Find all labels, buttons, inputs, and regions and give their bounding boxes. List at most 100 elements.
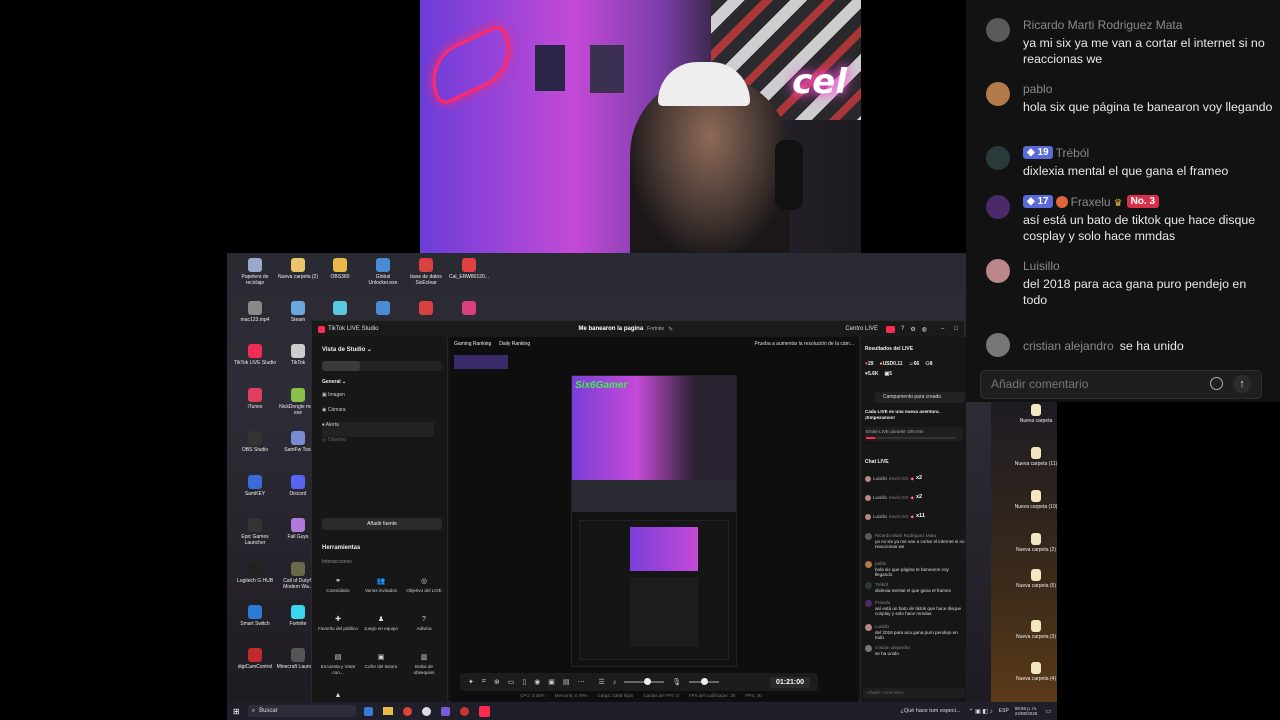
tool-item[interactable]: ▣ Cofre del tesoro [361,649,401,683]
desktop-icon[interactable]: Nueva carpeta (11) [1014,447,1058,467]
settings-icon[interactable]: ⚙ [910,326,915,333]
zoom-icon[interactable]: ⊕ [494,678,500,686]
taskbar-app-tiktok[interactable] [478,705,490,717]
layout-icon[interactable]: ▭ [508,678,515,686]
globe-icon[interactable]: ◍ [922,326,927,333]
desktop-icon[interactable] [318,301,362,317]
add-source-button[interactable]: Añadir fuente [322,518,442,530]
campaign-banner[interactable]: Campamento para creado [875,392,965,403]
mixer-icon[interactable]: ☰ [599,678,605,686]
search-box[interactable]: ⌕ Buscar [247,705,356,717]
help-icon[interactable]: ? [901,326,904,332]
taskbar-app-2[interactable] [440,706,450,716]
tab-daily-ranking[interactable]: Daily Ranking [499,341,530,348]
chat-user[interactable]: Tréból [1056,146,1090,160]
chat-user[interactable]: Luisillo [1023,259,1060,273]
avatar[interactable] [886,325,896,333]
volume-icon[interactable]: ♪ [613,679,617,686]
desktop-icon[interactable]: Nueva carpeta (3) [1014,620,1058,640]
stream-title[interactable]: Me banearon la pagina [578,326,643,332]
tool-item[interactable]: ▥ Bolsa de obsequios [404,649,444,683]
layout-toggle[interactable] [322,361,442,371]
source-item[interactable]: ▣ Imagen [322,392,434,407]
chat-user[interactable]: Ricardo Marti Rodriguez Mata [1023,18,1182,32]
avatar[interactable] [986,18,1010,42]
volume-knob[interactable] [644,678,652,685]
taskbar-app-1[interactable] [363,706,373,716]
tool-item[interactable]: ⚭ Cosmidario [318,573,358,607]
sources-header[interactable]: General ⌄ [322,379,346,386]
windows-start-icon[interactable]: ⊞ [233,707,240,716]
notifications-icon[interactable]: ▭ [1045,708,1051,715]
more-icon[interactable]: ⋯ [578,678,585,686]
chat-user[interactable]: cristian alejandro [1023,339,1114,353]
send-icon[interactable]: ↑ [1233,375,1251,393]
source-item[interactable]: ◉ Cámara [322,407,434,422]
desktop-icon[interactable]: Papelera de reciclaje [233,258,277,286]
desktop-icon[interactable]: Nueva carpeta [1014,404,1058,424]
stream-game[interactable]: Fortnite [647,326,664,332]
desktop-icon[interactable] [404,301,448,317]
taskbar-app-chrome[interactable] [402,706,412,716]
taskbar-app-3[interactable] [459,706,469,716]
tool-item[interactable]: 👥 Varios invitados [361,573,401,607]
tool-item[interactable]: ? Adivina [404,611,444,645]
screen-icon[interactable]: ▤ [563,678,570,686]
phone-icon[interactable]: ▯ [522,678,526,686]
desktop-icon[interactable]: iTunes [233,388,277,410]
desktop-icon[interactable]: Cal_ERW80120... [447,258,491,280]
avatar[interactable] [986,259,1010,283]
tool-item[interactable]: ✚ Favorito del público [318,611,358,645]
resolution-prompt[interactable]: Prueba a aumentar la resolución de la cá… [755,341,855,348]
desktop-icon[interactable]: Epic Games Launcher [233,518,277,546]
desktop-icon[interactable]: OBS360 [318,258,362,280]
desktop-icon[interactable]: mac123.mp4 [233,301,277,323]
mic-knob[interactable] [701,678,709,685]
studio-view-dropdown[interactable]: Vista de Studio ⌄ [322,346,372,354]
taskbar-app-obs[interactable] [421,706,431,716]
tool-item[interactable]: ♟ Juego en equipo [361,611,401,645]
source-item[interactable]: ◎ Objetivo [322,437,434,452]
preview-thumbnail[interactable] [454,355,508,369]
desktop-icon[interactable]: Nueva carpeta (4) [1014,662,1058,682]
volume-slider[interactable] [624,678,665,685]
mini-comment-box[interactable]: Añadir comentario [863,688,965,698]
avatar[interactable] [986,146,1010,170]
desktop-icon[interactable]: OBS Studio [233,431,277,453]
layout-portrait[interactable] [322,361,360,371]
tray-icons[interactable]: ⌃ ▣ ◧ ♪ [968,708,992,715]
desktop-icon[interactable]: Nueva carpeta (2) [1014,533,1058,553]
magic-icon[interactable]: ✦ [468,678,474,686]
avatar[interactable] [986,82,1010,106]
desktop-icon[interactable]: base de datos SixEclear [404,258,448,286]
tab-gaming-ranking[interactable]: Gaming Ranking [454,341,491,348]
avatar[interactable] [986,333,1010,357]
emoji-icon[interactable] [1210,377,1223,390]
taskbar-notification[interactable]: ¿Qué hace tum especi... [900,708,960,714]
centro-live-button[interactable]: Centro LIVE [845,326,878,332]
chat-user[interactable]: Fraxelu [1071,195,1111,209]
chat-user[interactable]: pablo [1023,82,1052,96]
desktop-icon[interactable]: Nueva carpeta (2) [276,258,320,280]
desktop-icon[interactable]: Smart Switch [233,605,277,627]
desktop-icon[interactable]: Nueva carpeta (5) [1014,569,1058,589]
mic-icon[interactable]: 🎙 [672,678,681,686]
taskbar-app-folder[interactable] [382,707,393,715]
edit-icon[interactable]: ✎ [668,326,673,333]
language[interactable]: ESP [999,708,1009,714]
avatar[interactable] [986,195,1010,219]
mic-slider[interactable] [689,678,720,685]
record-icon[interactable]: ◉ [534,678,540,686]
desktop-icon[interactable] [447,301,491,317]
desktop-icon[interactable]: digiCamControl [233,648,277,670]
comment-box[interactable]: Añadir comentario ↑ [980,370,1262,399]
camera-toggle-icon[interactable]: ▣ [548,678,555,686]
desktop-icon[interactable]: Global Unlocker.exe [361,258,405,286]
source-item[interactable]: ♦ Alerta [322,422,434,437]
crop-icon[interactable]: ⌗ [482,678,486,686]
desktop-icon[interactable]: SamKEY [233,475,277,497]
desktop-icon[interactable]: Logitech G HUB [233,562,277,584]
maximize-icon[interactable]: □ [954,326,958,332]
desktop-icon[interactable]: Nueva carpeta (10) [1014,490,1058,510]
desktop-icon[interactable]: TikTok LIVE Studio [233,344,277,366]
